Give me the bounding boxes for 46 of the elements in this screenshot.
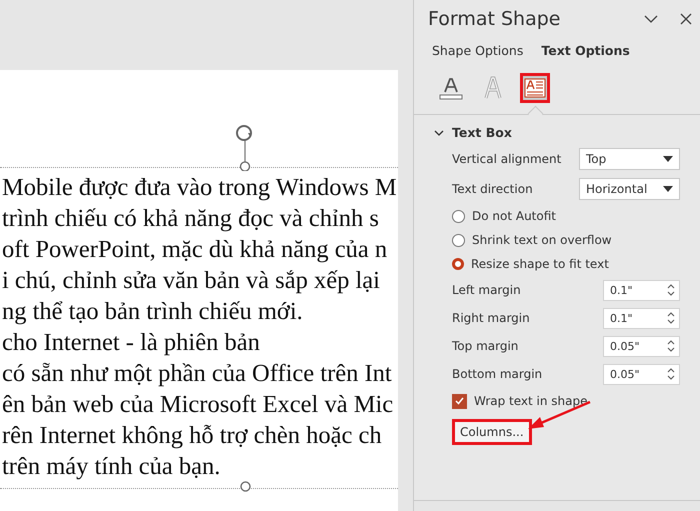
pane-title: Format Shape <box>428 8 562 30</box>
tab[interactable]: Text Options <box>541 41 630 60</box>
spinner-arrows-icon <box>667 367 675 381</box>
slide-text-line: ng thể tạo bản trình chiếu mới. <box>2 297 304 327</box>
spin-field[interactable]: 0.1" <box>603 280 680 300</box>
slide-text-line: oft PowerPoint, mặc dù khả năng của n <box>2 235 388 265</box>
slide-text-line: cho Internet - là phiên bản <box>2 328 261 358</box>
tab[interactable]: Shape Options <box>432 41 524 60</box>
chevron-icon <box>434 130 444 136</box>
chevron-down-icon[interactable] <box>644 15 658 23</box>
field-label: Bottom margin <box>452 367 544 381</box>
slide-text-line: trình chiếu có khả năng đọc và chỉnh s <box>2 204 380 234</box>
spin-field[interactable]: 0.05" <box>603 336 680 356</box>
spin-field[interactable]: 0.1" <box>603 308 680 328</box>
slide-text-line: ên bản web của Microsoft Excel và Mic <box>2 390 394 420</box>
field-label: Text direction <box>452 182 534 196</box>
spin-field[interactable]: 0.05" <box>603 364 680 384</box>
icon-tab[interactable] <box>520 73 550 103</box>
close-icon[interactable] <box>680 13 692 25</box>
checkbox-option[interactable]: Wrap text in shape <box>452 394 588 408</box>
radio-option[interactable]: Resize shape to fit text <box>452 257 609 271</box>
text-outline-icon <box>483 76 503 100</box>
field-label: Right margin <box>452 311 531 325</box>
section-header[interactable]: Text Box <box>434 125 700 140</box>
slide-text-line: i chú, chỉnh sửa văn bản và sắp xếp lại <box>2 266 381 296</box>
text-fill-icon <box>439 76 463 100</box>
spinner-arrows-icon <box>667 311 675 325</box>
caret-icon <box>663 156 673 162</box>
dropdown[interactable]: Top <box>579 148 680 170</box>
slide-text-line: rên Internet không hỗ trợ chèn hoặc ch <box>2 421 383 451</box>
spinner-arrows-icon <box>667 283 675 297</box>
radio-option[interactable]: Do not Autofit <box>452 209 556 223</box>
resize-handle-icon <box>240 481 251 492</box>
field-label: Vertical alignment <box>452 152 562 166</box>
slide-text-line: có sẵn như một phần của Office trên Int <box>2 359 393 389</box>
text-box-icon <box>524 78 546 98</box>
slide-text-line: Mobile được đưa vào trong Windows M <box>2 173 398 203</box>
caret-icon <box>663 186 673 192</box>
dropdown[interactable]: Horizontal <box>579 178 680 200</box>
field-label: Left margin <box>452 283 522 297</box>
field-label: Top margin <box>452 339 520 353</box>
radio-option[interactable]: Shrink text on overflow <box>452 233 612 247</box>
spinner-arrows-icon <box>667 339 675 353</box>
columns-button[interactable]: Columns... <box>452 419 532 445</box>
slide-text-line: trên máy tính của bạn. <box>2 452 222 482</box>
checkmark-icon <box>455 397 464 405</box>
